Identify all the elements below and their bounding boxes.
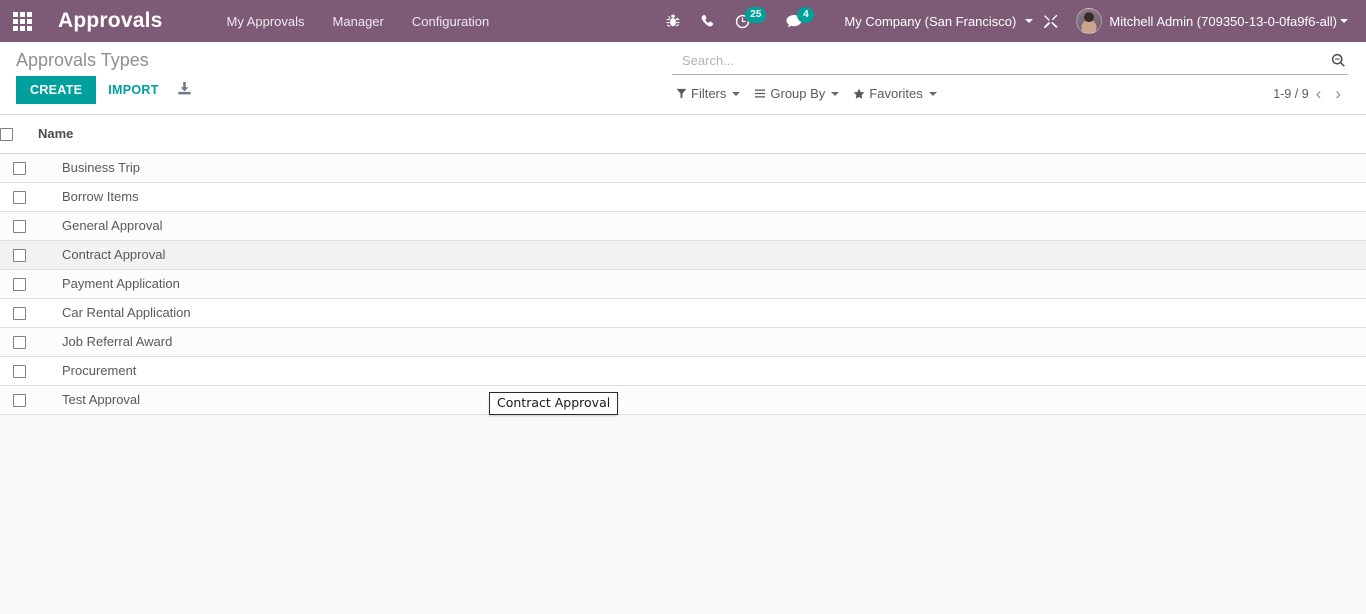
- row-checkbox-cell: [0, 211, 38, 241]
- row-tooltip: Contract Approval: [489, 392, 619, 415]
- search-magnifier-icon[interactable]: [1325, 53, 1348, 70]
- favorites-dropdown[interactable]: Favorites: [849, 84, 946, 103]
- import-button[interactable]: IMPORT: [96, 76, 170, 104]
- row-name-cell[interactable]: Contract Approval: [38, 240, 1366, 270]
- activities-button[interactable]: 25: [725, 0, 776, 42]
- phone-icon: [700, 14, 715, 29]
- table-row[interactable]: Business Trip: [0, 153, 1366, 183]
- groupby-dropdown[interactable]: Group By: [750, 84, 849, 103]
- top-navbar: Approvals My Approvals Manager Configura…: [0, 0, 1366, 42]
- pager-previous-button[interactable]: ‹: [1309, 85, 1329, 102]
- row-name-cell[interactable]: Business Trip: [38, 153, 1366, 183]
- chevron-down-icon: [831, 91, 840, 96]
- chevron-down-icon: [928, 91, 937, 96]
- table-row[interactable]: Job Referral Award: [0, 327, 1366, 357]
- select-all-checkbox[interactable]: [0, 128, 13, 142]
- voip-phone-button[interactable]: [690, 0, 725, 42]
- chevron-down-icon: [732, 91, 741, 96]
- row-name-cell[interactable]: Borrow Items: [38, 182, 1366, 212]
- pager: 1-9 / 9 ‹ ›: [1273, 85, 1348, 102]
- activities-count-badge: 25: [745, 7, 767, 23]
- row-checkbox[interactable]: [13, 307, 26, 321]
- menu-item-configuration[interactable]: Configuration: [398, 2, 503, 41]
- chevron-down-icon: [1025, 19, 1034, 23]
- systray: 25 4 My Company (San Francisco) Mitchell…: [656, 0, 1366, 42]
- search-view[interactable]: [672, 51, 1348, 75]
- row-checkbox[interactable]: [13, 394, 26, 408]
- table-row[interactable]: Payment Application: [0, 269, 1366, 299]
- filters-dropdown[interactable]: Filters: [672, 84, 750, 103]
- row-checkbox-cell: [0, 385, 38, 415]
- row-checkbox[interactable]: [13, 278, 26, 292]
- row-name-cell[interactable]: Car Rental Application: [38, 298, 1366, 328]
- table-row[interactable]: General Approval: [0, 211, 1366, 241]
- approvals-types-table: Name Business Trip Borrow Items General …: [0, 115, 1366, 415]
- row-checkbox-cell: [0, 153, 38, 183]
- download-export-icon: [177, 81, 192, 99]
- row-checkbox-cell: [0, 327, 38, 357]
- list-view: Name Business Trip Borrow Items General …: [0, 115, 1366, 415]
- table-header-row: Name: [0, 115, 1366, 154]
- filter-funnel-icon: [676, 88, 687, 99]
- table-body: Business Trip Borrow Items General Appro…: [0, 153, 1366, 415]
- breadcrumb: Approvals Types: [16, 50, 149, 70]
- row-checkbox[interactable]: [13, 191, 26, 205]
- table-row[interactable]: Test Approval: [0, 385, 1366, 415]
- pager-next-button[interactable]: ›: [1328, 85, 1348, 102]
- row-name-cell[interactable]: Payment Application: [38, 269, 1366, 299]
- pager-count: 1-9 / 9: [1273, 86, 1309, 101]
- wrench-screwdriver-icon: [1043, 14, 1058, 29]
- apps-menu-button[interactable]: [0, 0, 44, 42]
- row-name-cell[interactable]: General Approval: [38, 211, 1366, 241]
- menu-item-manager[interactable]: Manager: [319, 2, 398, 41]
- row-checkbox[interactable]: [13, 162, 26, 176]
- star-icon: [853, 88, 865, 100]
- search-options-row: Filters Group By Favorites 1-9 / 9 ‹ ›: [672, 75, 1348, 112]
- row-checkbox[interactable]: [13, 220, 26, 234]
- apps-grid-icon: [12, 11, 32, 31]
- table-head: Name: [0, 115, 1366, 154]
- column-header-name[interactable]: Name: [38, 115, 1366, 154]
- select-all-header-cell: [0, 115, 38, 154]
- messages-count-badge: 4: [797, 7, 815, 23]
- page-body: Name Business Trip Borrow Items General …: [0, 115, 1366, 415]
- table-row[interactable]: Car Rental Application: [0, 298, 1366, 328]
- row-checkbox-cell: [0, 356, 38, 386]
- row-name-cell[interactable]: Procurement: [38, 356, 1366, 386]
- table-row[interactable]: Borrow Items: [0, 182, 1366, 212]
- row-name-cell[interactable]: Job Referral Award: [38, 327, 1366, 357]
- user-name-label: Mitchell Admin (709350-13-0-0fa9f6-all): [1109, 13, 1337, 29]
- main-menu: My Approvals Manager Configuration: [213, 2, 504, 41]
- messages-button[interactable]: 4: [776, 0, 824, 42]
- create-button[interactable]: CREATE: [16, 76, 97, 104]
- groupby-label: Group By: [770, 86, 826, 101]
- control-panel: Approvals Types CREATE IMPORT Search... …: [0, 42, 1366, 115]
- favorites-label: Favorites: [869, 86, 923, 101]
- row-checkbox-cell: [0, 298, 38, 328]
- avatar: [1076, 8, 1103, 34]
- app-brand-title[interactable]: Approvals: [44, 9, 169, 33]
- company-switcher[interactable]: My Company (San Francisco): [824, 0, 1034, 42]
- group-lines-icon: [754, 88, 766, 99]
- row-checkbox[interactable]: [13, 365, 26, 379]
- bug-icon: [666, 14, 680, 29]
- table-row[interactable]: Procurement: [0, 356, 1366, 386]
- developer-tools-button[interactable]: [1033, 0, 1068, 42]
- bug-report-button[interactable]: [656, 0, 690, 42]
- control-panel-buttons: CREATE IMPORT: [16, 76, 672, 114]
- export-button[interactable]: [171, 77, 198, 103]
- table-row[interactable]: Contract Approval: [0, 240, 1366, 270]
- chevron-down-icon: [1340, 19, 1348, 23]
- company-name-label: My Company (San Francisco): [844, 13, 1017, 29]
- row-name-cell[interactable]: Test Approval: [38, 385, 1366, 415]
- search-input[interactable]: [672, 51, 1325, 71]
- row-checkbox[interactable]: [13, 336, 26, 350]
- row-checkbox[interactable]: [13, 249, 26, 263]
- row-checkbox-cell: [0, 182, 38, 212]
- user-menu-button[interactable]: Mitchell Admin (709350-13-0-0fa9f6-all): [1068, 0, 1358, 42]
- menu-item-my-approvals[interactable]: My Approvals: [213, 2, 319, 41]
- filters-label: Filters: [691, 86, 727, 101]
- row-checkbox-cell: [0, 269, 38, 299]
- row-checkbox-cell: [0, 240, 38, 270]
